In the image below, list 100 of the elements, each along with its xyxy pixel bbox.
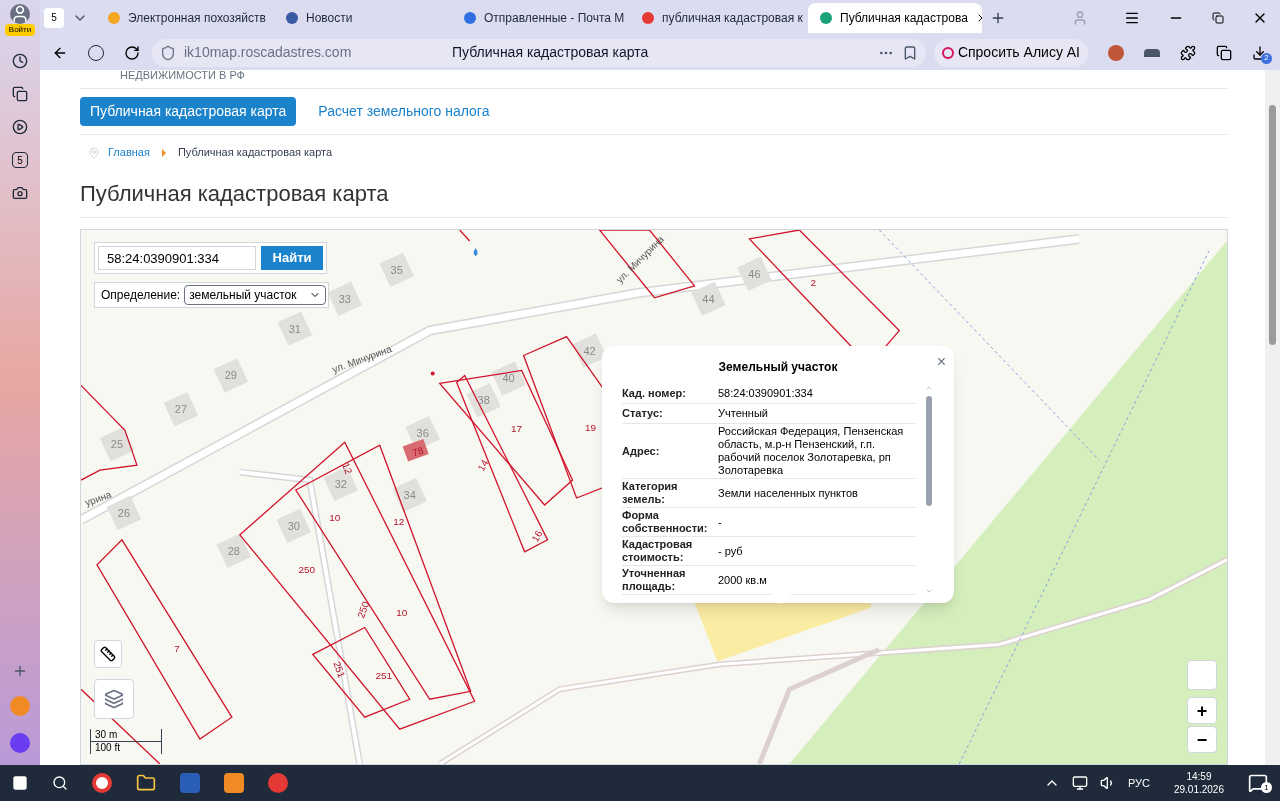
search-icon[interactable] — [52, 775, 68, 791]
tab-title: Электронная похозяйств — [128, 9, 266, 27]
breadcrumb-link[interactable]: Главная — [108, 144, 150, 161]
zoom-button[interactable]: + — [1187, 697, 1217, 724]
breadcrumb-current: Публичная кадастровая карта — [177, 145, 333, 161]
house-number: 29 — [224, 369, 237, 382]
app-icon[interactable] — [10, 733, 30, 753]
alice-button[interactable]: Спросить Алису AI — [933, 38, 1088, 67]
parcel-number: 78 — [410, 444, 425, 459]
favicon-icon — [820, 11, 832, 24]
field-value: Земли населенных пунктов — [718, 486, 859, 500]
scale-bar: 30 m 100 ft — [90, 729, 162, 754]
page-scrollbar[interactable] — [1265, 70, 1280, 765]
play-icon[interactable] — [12, 119, 28, 135]
collections-icon[interactable] — [12, 86, 28, 102]
favicon-icon — [108, 11, 120, 24]
house-number: 25 — [110, 438, 124, 451]
zoom-button[interactable]: − — [1187, 726, 1217, 753]
parcel-number: 250 — [355, 600, 372, 620]
popup-title: Земельный участок — [717, 359, 839, 376]
nav-tab[interactable]: Расчет земельного налога — [308, 97, 500, 126]
language-indicator[interactable]: РУС — [1127, 774, 1150, 792]
search-field[interactable]: 58:24:0390901:334 — [98, 246, 256, 270]
restore-icon[interactable] — [1212, 11, 1224, 24]
house-number: 44 — [702, 292, 715, 305]
browser-tab[interactable]: Отправленные - Почта М — [452, 2, 626, 33]
url-text[interactable]: ik10map.roscadastres.com — [184, 42, 444, 63]
parcel-number: 7 — [174, 643, 180, 655]
layers-button[interactable] — [94, 679, 134, 719]
field-label: Адрес: — [622, 444, 661, 458]
reload-icon[interactable] — [124, 44, 140, 61]
parcel-number: 10 — [396, 606, 408, 618]
house-number: 32 — [334, 478, 347, 491]
browser-tab[interactable]: публичная кадастровая к — [630, 2, 804, 33]
parcel-number: 19 — [585, 422, 597, 434]
camera-icon[interactable] — [12, 185, 28, 201]
field-value: - руб — [718, 544, 744, 558]
sidebar-badge[interactable]: 5 — [12, 152, 28, 168]
field-value: Российская Федерация, Пензенская область, м.р-н Пензенский, г.п. рабочий поселок Золотаревка, рп Золотаревка — [718, 425, 905, 477]
house-number: 40 — [502, 372, 515, 385]
field-value: - — [718, 515, 723, 529]
shield-icon — [160, 44, 176, 61]
field-label: Кад. номер: — [622, 387, 687, 400]
house-number: 42 — [583, 344, 596, 357]
app-icon[interactable] — [224, 773, 244, 793]
location-icon — [88, 146, 100, 159]
definition-select[interactable]: земельный участок — [184, 285, 326, 305]
field-value: Учтенный — [718, 407, 769, 420]
favicon-icon — [464, 11, 476, 24]
favicon-icon — [642, 11, 654, 24]
history-icon[interactable] — [12, 53, 28, 69]
house-number: 38 — [477, 394, 490, 407]
browser-tab[interactable]: Электронная похозяйств — [96, 2, 270, 33]
breadcrumb-arrow-icon — [161, 148, 166, 157]
parcel-number: 16 — [529, 528, 545, 544]
extensions-icon[interactable] — [1180, 44, 1196, 61]
popup-close-button[interactable]: × — [936, 350, 946, 374]
parcel-number: 12 — [393, 515, 405, 527]
parcel-number: 14 — [475, 457, 491, 473]
parcel-number: 251 — [331, 659, 348, 680]
ruler-icon — [100, 646, 116, 662]
avatar-icon — [10, 4, 30, 24]
field-label: Кадастровая стоимость: — [622, 538, 694, 564]
clock-date[interactable]: 29.01.2026 — [1173, 783, 1224, 796]
browser-tab[interactable]: Публичная кадастрова — [808, 2, 982, 33]
page-title: Публичная кадастровая карта — [452, 43, 649, 62]
house-number: 27 — [174, 403, 187, 416]
start-icon[interactable] — [12, 775, 28, 791]
tab-title: Новости — [306, 9, 353, 27]
field-label: Категория земель: — [622, 480, 679, 506]
profile-button[interactable]: Войти — [4, 4, 36, 36]
browser-app-icon[interactable] — [92, 773, 112, 793]
house-number: 46 — [748, 267, 761, 280]
browser-tab[interactable]: Новости — [274, 2, 448, 33]
network-icon[interactable] — [1071, 775, 1088, 791]
parcel-number: 250 — [298, 563, 316, 575]
favicon-icon — [286, 11, 298, 24]
house-number: 31 — [288, 322, 301, 335]
house-number: 36 — [416, 427, 429, 440]
house-number: 34 — [403, 489, 416, 501]
tab-title: Отправленные - Почта М — [484, 9, 625, 27]
definition-label: Определение: — [100, 287, 181, 304]
parcel-number: 251 — [375, 670, 393, 682]
search-button[interactable]: Найти — [261, 246, 323, 270]
parcel-number: 2 — [810, 276, 817, 288]
measure-button[interactable] — [94, 640, 122, 668]
reader-icon[interactable] — [1216, 44, 1232, 61]
nav-tab[interactable]: Публичная кадастровая карта — [80, 97, 297, 126]
download-badge: 2 — [1261, 52, 1272, 64]
clock-time[interactable]: 14:59 — [1186, 770, 1212, 783]
extension-icon[interactable] — [1144, 48, 1160, 57]
notifications-icon[interactable] — [1248, 773, 1268, 793]
yandex-app-icon[interactable] — [268, 773, 288, 793]
tab-title: публичная кадастровая к — [662, 9, 803, 27]
extension-icon[interactable] — [1108, 44, 1124, 61]
field-label: Форма собственности: — [622, 509, 706, 535]
layers-icon — [104, 689, 124, 709]
tab-group-button[interactable]: 5 — [44, 7, 64, 28]
house-number: 28 — [227, 544, 240, 557]
folder-icon[interactable] — [136, 773, 156, 793]
